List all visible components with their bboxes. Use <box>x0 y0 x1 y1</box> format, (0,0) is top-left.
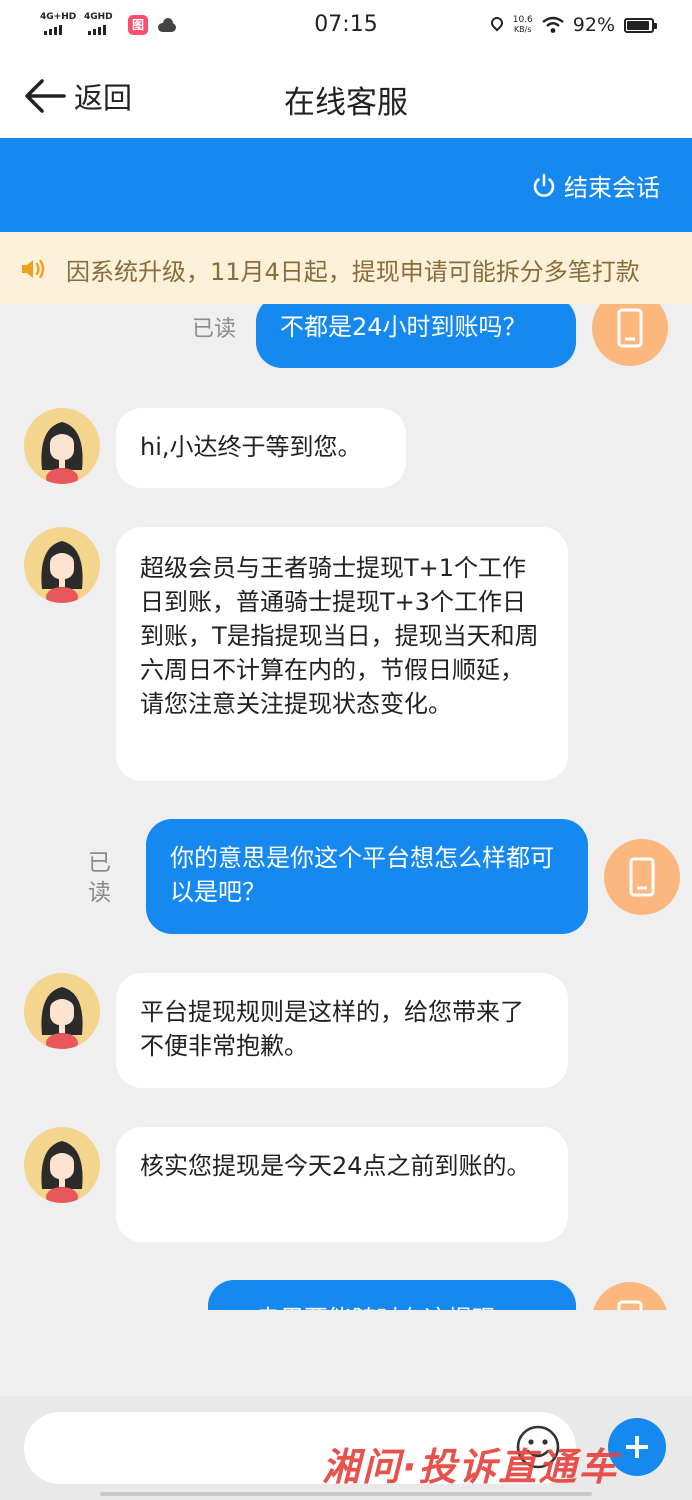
phone-icon <box>617 308 643 348</box>
user-avatar <box>604 839 680 915</box>
agent-avatar <box>24 973 100 1049</box>
user-avatar <box>592 1282 668 1310</box>
agent-girl-icon <box>41 541 83 603</box>
status-right: 10.6 KB/s 92% <box>490 14 657 36</box>
wifi-icon <box>542 16 564 33</box>
battery-fill <box>627 20 649 30</box>
agent-avatar <box>24 1127 100 1203</box>
agent-avatar <box>24 408 100 484</box>
read-receipt: 已 读 <box>88 848 111 908</box>
speaker-icon <box>22 259 45 279</box>
agent-message-bubble[interactable]: 核实您提现是今天24点之前到账的。 <box>116 1127 568 1242</box>
end-session-label: 结束会话 <box>564 174 660 202</box>
nav-bar: 返回 在线客服 <box>0 55 692 138</box>
network-speed-unit: KB/s <box>513 25 532 34</box>
read-receipt-line1: 已 <box>88 850 111 876</box>
network-speed: 10.6 KB/s <box>513 15 533 35</box>
read-receipt: 已读 <box>192 317 237 342</box>
agent-girl-icon <box>41 1141 83 1203</box>
user-message-bubble[interactable]: 不都是24小时到账吗？ <box>256 304 576 368</box>
power-icon <box>533 173 555 197</box>
agent-girl-icon <box>41 987 83 1049</box>
agent-message-bubble[interactable]: 超级会员与王者骑士提现T+1个工作日到账，普通骑士提现T+3个工作日到账，T是指… <box>116 527 568 781</box>
home-indicator <box>100 1492 592 1496</box>
agent-girl-icon <box>41 422 83 484</box>
network-speed-value: 10.6 <box>512 15 533 25</box>
notice-banner: 因系统升级，11月4日起，提现申请可能拆分多笔打款 <box>0 232 692 304</box>
watermark: 湘问·投诉直通车 <box>322 1445 619 1489</box>
agent-message-bubble[interactable]: hi,小达终于等到您。 <box>116 408 406 488</box>
user-message-bubble[interactable]: 你的意思是你这个平台想怎么样都可以是吧？ <box>146 819 588 934</box>
agent-message-bubble[interactable]: 平台提现规则是这样的，给您带来了不便非常抱歉。 <box>116 973 568 1088</box>
action-bar: 结束会话 <box>0 138 692 232</box>
end-session-button[interactable]: 结束会话 <box>532 168 660 203</box>
read-receipt-line2: 读 <box>88 880 111 906</box>
agent-avatar <box>24 527 100 603</box>
page-title: 在线客服 <box>284 85 408 121</box>
notice-text: 因系统升级，11月4日起，提现申请可能拆分多笔打款 <box>66 258 640 286</box>
user-avatar <box>592 304 668 366</box>
phone-icon <box>617 1300 643 1310</box>
chat-area[interactable]: 已读 不都是24小时到账吗？ hi,小达终于等到您。 超级会员与王者骑士提现T+… <box>0 304 692 1310</box>
phone-icon <box>629 857 655 897</box>
battery-icon <box>624 17 657 33</box>
battery-percent: 92% <box>572 14 615 36</box>
status-bar: 4G+HD 4GHD 图 07:15 10.6 KB/s 92% <box>0 0 692 55</box>
user-message-bubble[interactable]: 一串里要能随时在这提现 <box>208 1280 576 1310</box>
location-icon <box>490 17 504 33</box>
